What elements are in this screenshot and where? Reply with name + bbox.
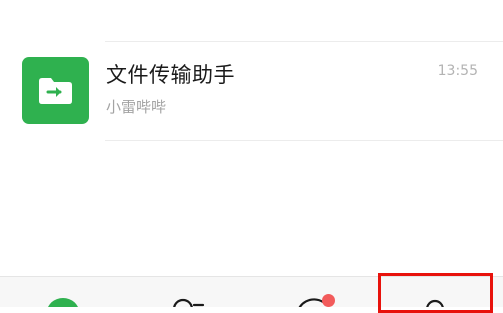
discover-icon (298, 298, 325, 307)
chat-preview: 小雷哔哔 (106, 98, 167, 116)
avatar (22, 57, 89, 124)
highlight-box (378, 273, 493, 313)
tab-chats[interactable] (13, 276, 113, 307)
chats-icon (48, 298, 78, 307)
discover-badge-dot (322, 294, 335, 307)
chat-item-file-transfer[interactable]: 文件传输助手 小雷哔哔 13:55 (0, 42, 503, 140)
chat-time: 13:55 (437, 63, 478, 79)
contacts-icon (173, 298, 205, 307)
chat-name: 文件传输助手 (106, 63, 235, 87)
tab-contacts[interactable] (133, 276, 233, 307)
folder-arrow-icon (39, 78, 72, 104)
chat-item-divider (105, 140, 503, 141)
tab-discover[interactable] (263, 276, 363, 307)
